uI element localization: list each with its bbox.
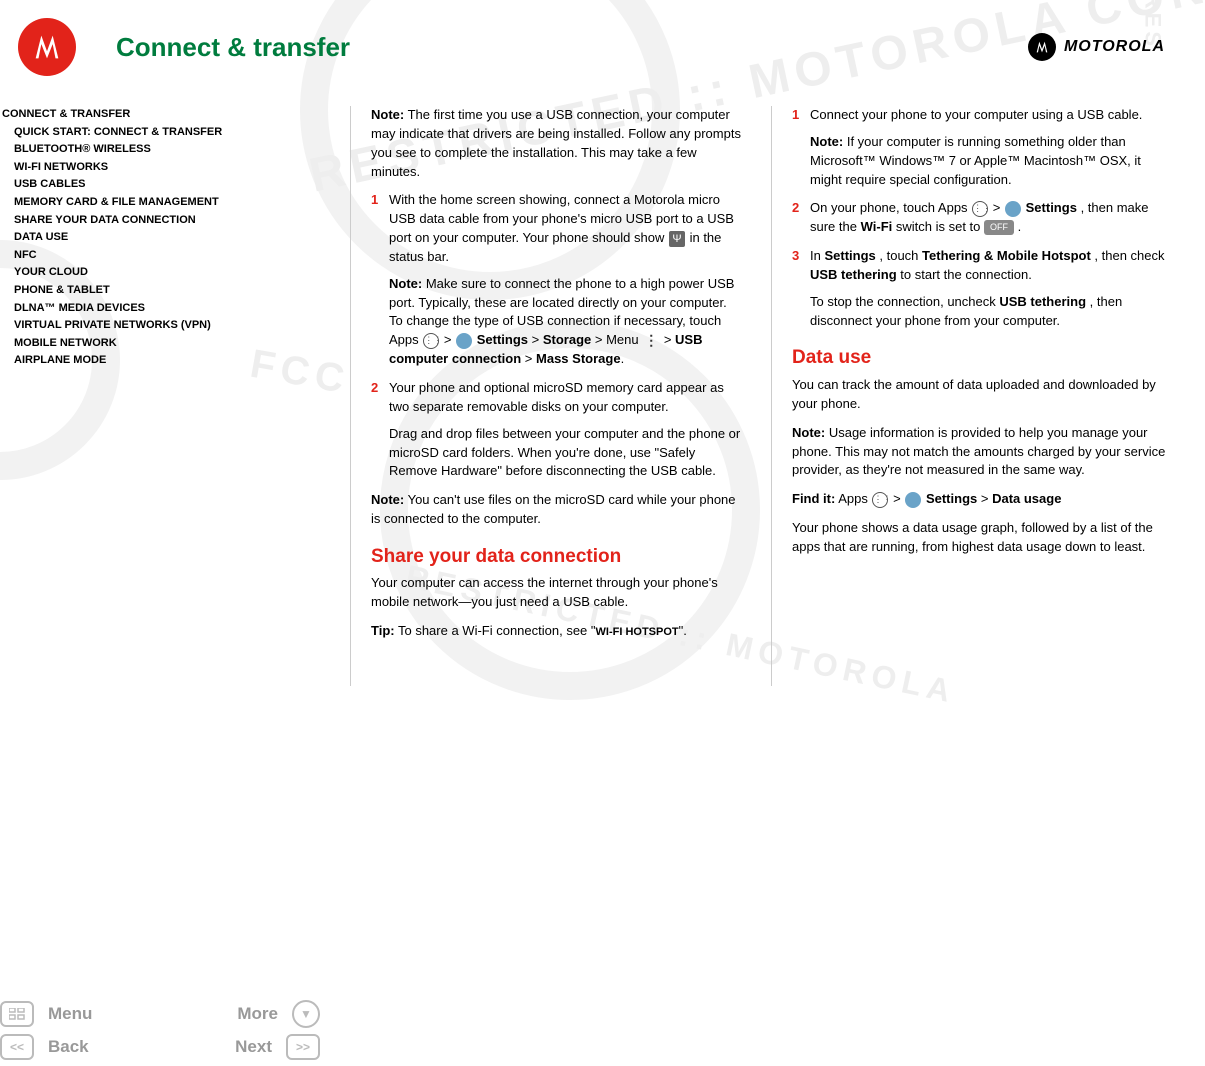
tip-label: Tip:	[371, 623, 395, 638]
toc-item[interactable]: Airplane mode	[2, 352, 325, 370]
off-switch-icon: OFF	[984, 220, 1014, 235]
body-text: If your computer is running something ol…	[810, 134, 1141, 187]
body-text: To stop the connection, uncheck	[810, 294, 999, 309]
body-text: >	[893, 491, 904, 506]
toc-item[interactable]: Mobile network	[2, 335, 325, 353]
column-divider	[350, 106, 351, 686]
body-text: Your phone and optional microSD memory c…	[389, 380, 724, 414]
body-text: Connect your phone to your computer usin…	[810, 107, 1142, 122]
bold-text: Settings	[1026, 200, 1077, 215]
list-item: With the home screen showing, connect a …	[371, 191, 743, 369]
body-text: ".	[679, 623, 687, 638]
link-text[interactable]: Wi-Fi hotspot	[596, 626, 679, 638]
toc-heading[interactable]: Connect & transfer	[2, 108, 130, 120]
bold-text: Tethering & Mobile Hotspot	[922, 248, 1091, 263]
body-text: , then check	[1094, 248, 1164, 263]
body-text: Apps	[838, 491, 871, 506]
note-label: Note:	[371, 107, 404, 122]
body-text: Usage information is provided to help yo…	[792, 425, 1165, 478]
back-button[interactable]: Back	[48, 1037, 153, 1057]
toc-item[interactable]: Your cloud	[2, 264, 325, 282]
bold-text: Storage	[543, 332, 591, 347]
toc-item[interactable]: Virtual Private Networks (VPN)	[2, 317, 325, 335]
toc-item[interactable]: Wi-Fi networks	[2, 159, 325, 177]
note-label: Note:	[792, 425, 825, 440]
body-text: To share a Wi-Fi connection, see "	[398, 623, 596, 638]
bold-text: Mass Storage	[536, 351, 621, 366]
list-item: Connect your phone to your computer usin…	[792, 106, 1174, 189]
body-text: Drag and drop files between your compute…	[389, 425, 743, 482]
section-heading: Share your data connection	[371, 543, 743, 571]
body-text: .	[1018, 219, 1022, 234]
toc-item[interactable]: Phone & tablet	[2, 282, 325, 300]
body-text: In	[810, 248, 824, 263]
body-text: >	[993, 200, 1004, 215]
note-label: Note:	[810, 134, 843, 149]
next-icon[interactable]: >>	[286, 1034, 320, 1060]
bold-text: Wi-Fi	[861, 219, 893, 234]
bold-text: Data usage	[992, 491, 1061, 506]
usb-icon: Ψ	[669, 231, 685, 247]
list-item: On your phone, touch Apps ⋮⋮ > Settings …	[792, 199, 1174, 237]
toc-item[interactable]: Bluetooth® wireless	[2, 141, 325, 159]
body-text: You can track the amount of data uploade…	[792, 376, 1174, 414]
list-item: In Settings , touch Tethering & Mobile H…	[792, 247, 1174, 330]
table-of-contents: Connect & transfer Quick start: Connect …	[2, 106, 325, 370]
bold-text: Settings	[477, 332, 528, 347]
menu-button[interactable]: Menu	[48, 1004, 156, 1024]
body-text: On your phone, touch Apps	[810, 200, 971, 215]
toc-item[interactable]: Share your data connection	[2, 212, 325, 230]
body-text: , touch	[879, 248, 922, 263]
brand-text: MOTOROLA	[1064, 38, 1165, 56]
motorola-batwing-icon	[1028, 33, 1056, 61]
body-text: to start the connection.	[900, 267, 1032, 282]
toc-item[interactable]: DLNA™ media devices	[2, 300, 325, 318]
menu-icon[interactable]	[0, 1001, 34, 1027]
settings-icon	[1005, 201, 1021, 217]
section-heading: Data use	[792, 344, 1174, 372]
body-text: > Menu	[595, 332, 642, 347]
body-text: switch is set to	[896, 219, 984, 234]
findit-label: Find it:	[792, 491, 835, 506]
apps-icon: ⋮⋮	[872, 492, 888, 508]
nav-buttons: Menu More ▼ << Back Next >>	[0, 994, 320, 1066]
apps-icon: ⋮⋮	[972, 201, 988, 217]
settings-icon	[905, 492, 921, 508]
body-text: >	[444, 332, 455, 347]
column-divider	[771, 106, 772, 686]
body-text: Your computer can access the internet th…	[371, 574, 743, 612]
sidebar: Connect & transfer Quick start: Connect …	[0, 106, 340, 686]
note-label: Note:	[389, 276, 422, 291]
bold-text: USB tethering	[810, 267, 897, 282]
apps-icon: ⋮⋮	[423, 333, 439, 349]
settings-icon	[456, 333, 472, 349]
next-button[interactable]: Next	[167, 1037, 272, 1057]
bold-text: Settings	[926, 491, 977, 506]
toc-item[interactable]: Data use	[2, 229, 325, 247]
bold-text: Settings	[824, 248, 875, 263]
toc-item[interactable]: Memory card & file management	[2, 194, 325, 212]
motorola-logo-icon	[18, 18, 76, 76]
toc-item[interactable]: Quick start: Connect & transfer	[2, 124, 325, 142]
brand-mark: MOTOROLA	[1028, 33, 1165, 61]
back-icon[interactable]: <<	[0, 1034, 34, 1060]
body-text: Your phone shows a data usage graph, fol…	[792, 519, 1174, 557]
list-item: Your phone and optional microSD memory c…	[371, 379, 743, 481]
body-text: The first time you use a USB connection,…	[371, 107, 741, 179]
body-text: You can't use files on the microSD card …	[371, 492, 736, 526]
content-column-1: Note: The first time you use a USB conne…	[371, 106, 761, 686]
menu-dots-icon: ⋮	[643, 333, 659, 349]
page-header: Connect & transfer MOTOROLA	[0, 0, 1205, 86]
toc-item[interactable]: NFC	[2, 247, 325, 265]
bold-text: USB tethering	[999, 294, 1086, 309]
toc-item[interactable]: USB cables	[2, 176, 325, 194]
content-column-2: Connect your phone to your computer usin…	[792, 106, 1192, 686]
note-label: Note:	[371, 492, 404, 507]
more-icon[interactable]: ▼	[292, 1000, 320, 1028]
more-button[interactable]: More	[170, 1004, 278, 1024]
page-title: Connect & transfer	[116, 32, 350, 63]
